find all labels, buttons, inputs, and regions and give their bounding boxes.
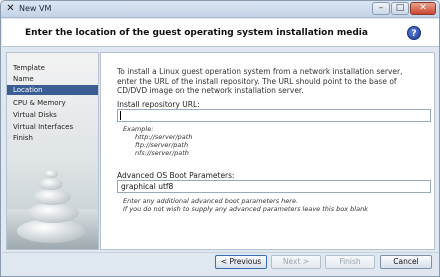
example-http: http://server/path: [135, 133, 193, 141]
window-controls: – □ ✕: [371, 2, 436, 16]
title-bar[interactable]: ✕ New VM – □ ✕: [1, 1, 439, 18]
help-icon[interactable]: ?: [407, 26, 421, 40]
zen-stones-image: [7, 170, 98, 249]
example-nfs: nfs://server/path: [135, 149, 189, 157]
boot-params-label: Advanced OS Boot Parameters:: [117, 171, 235, 180]
cancel-button[interactable]: Cancel: [380, 255, 432, 269]
close-icon: ✕: [419, 3, 427, 13]
intro-line: To install a Linux guest operation syste…: [117, 67, 403, 76]
close-button[interactable]: ✕: [410, 2, 436, 15]
x-logo-icon: ✕: [6, 3, 15, 14]
sidebar-item-template[interactable]: Template: [13, 63, 45, 73]
wizard-steps-sidebar: Template Name Location CPU & Memory Virt…: [6, 52, 99, 250]
example-ftp: ftp://server/path: [135, 141, 189, 149]
intro-text: To install a Linux guest operation syste…: [117, 67, 427, 96]
footer-divider: [2, 252, 439, 253]
intro-line: enter the URL of the install repository.…: [117, 76, 397, 86]
window-title: New VM: [19, 4, 52, 13]
new-vm-window: ✕ New VM – □ ✕ Enter the location of the…: [0, 0, 440, 277]
minimize-button[interactable]: –: [372, 2, 390, 15]
sidebar-item-cpu-memory[interactable]: CPU & Memory: [13, 98, 66, 108]
page-title: Enter the location of the guest operatin…: [25, 28, 368, 38]
repo-url-input[interactable]: [117, 109, 431, 122]
repo-url-label: Install repository URL:: [117, 100, 200, 109]
text-caret: [120, 111, 121, 120]
maximize-icon: □: [395, 3, 405, 13]
intro-line: CD/DVD image on the network installation…: [117, 86, 304, 95]
boot-params-hint: If you do not wish to supply any advance…: [123, 205, 368, 213]
sidebar-item-virtual-interfaces[interactable]: Virtual Interfaces: [13, 122, 73, 132]
sidebar-item-virtual-disks[interactable]: Virtual Disks: [13, 110, 57, 120]
boot-params-input[interactable]: [117, 180, 431, 193]
wizard-header: Enter the location of the guest operatin…: [2, 19, 439, 47]
previous-button[interactable]: < Previous: [215, 255, 267, 269]
minimize-icon: –: [378, 3, 384, 13]
maximize-button[interactable]: □: [391, 2, 409, 15]
boot-params-hint: Enter any additional advanced boot param…: [123, 197, 299, 205]
sidebar-item-location[interactable]: Location: [7, 85, 98, 95]
example-label: Example:: [123, 125, 154, 133]
next-button[interactable]: Next >: [271, 255, 321, 269]
sidebar-item-name[interactable]: Name: [13, 74, 34, 84]
location-panel: To install a Linux guest operation syste…: [100, 52, 435, 250]
finish-button[interactable]: Finish: [325, 255, 375, 269]
